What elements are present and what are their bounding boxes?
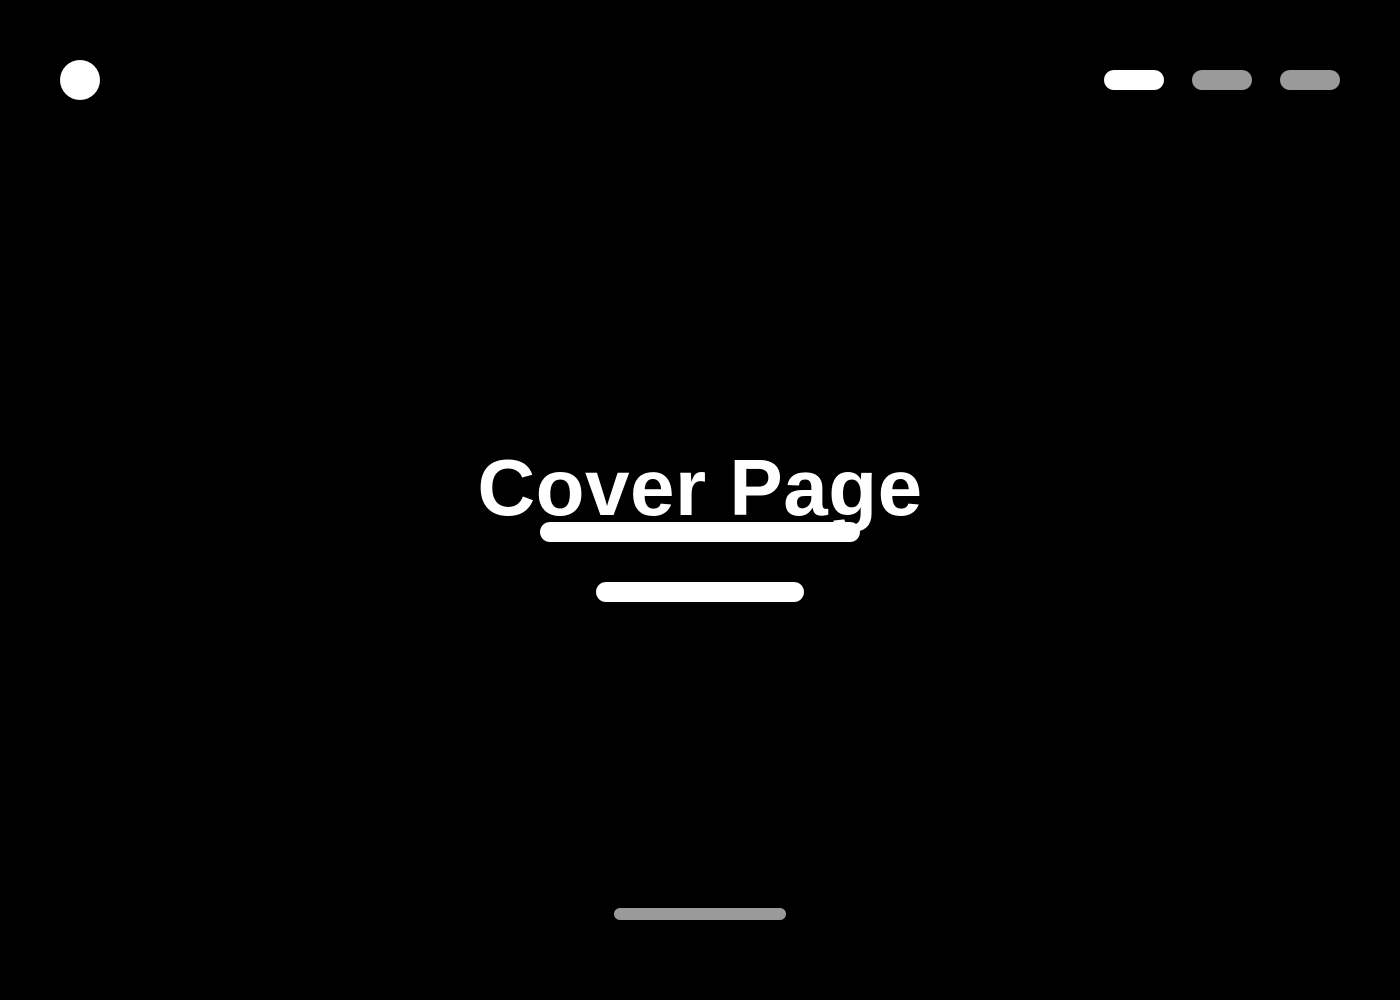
top-nav — [1104, 70, 1340, 90]
home-indicator[interactable] — [614, 908, 786, 920]
nav-pill-3[interactable] — [1280, 70, 1340, 90]
logo-icon[interactable] — [60, 60, 100, 100]
description-placeholder-line — [596, 582, 804, 602]
subtitle-placeholder-line — [540, 522, 860, 542]
nav-pill-1[interactable] — [1104, 70, 1164, 90]
cover-page: Cover Page — [0, 0, 1400, 1000]
page-title: Cover Page — [477, 442, 923, 532]
nav-pill-2[interactable] — [1192, 70, 1252, 90]
